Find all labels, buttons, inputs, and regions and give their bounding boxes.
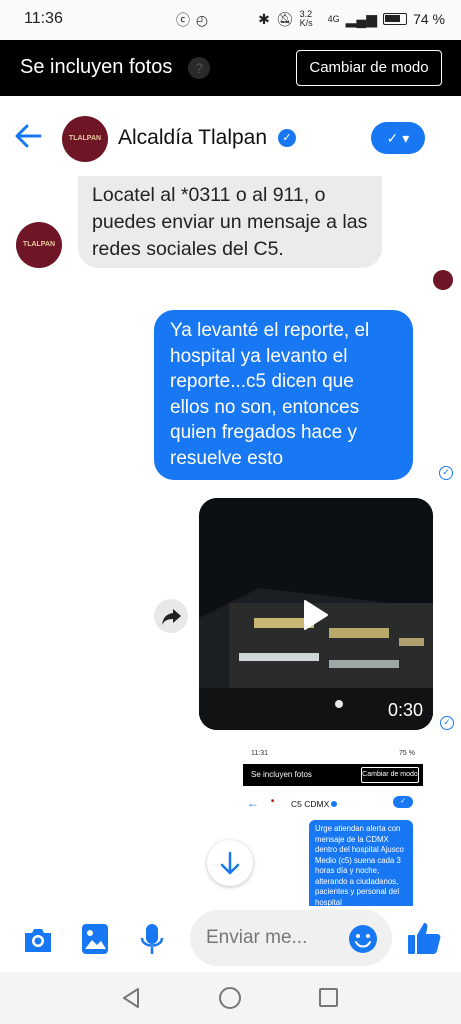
- signal-icon: ▂▄▆: [345, 10, 378, 27]
- thumb-mode-pill: ✓: [393, 796, 413, 808]
- video-duration: 0:30: [388, 700, 424, 720]
- chat-header: TLALPAN Alcaldía Tlalpan ✓ ✓ ▾: [0, 96, 461, 182]
- system-nav-bar: [0, 972, 461, 1024]
- back-arrow-icon[interactable]: [12, 118, 44, 154]
- nav-home-icon[interactable]: [218, 986, 242, 1010]
- status-app-icons: ⓒ ◴: [176, 12, 210, 28]
- battery-level: 74 %: [413, 11, 445, 27]
- microphone-icon[interactable]: [138, 922, 166, 956]
- message-input-placeholder: Enviar me...: [206, 927, 308, 948]
- mode-toggle-button[interactable]: ✓ ▾: [371, 122, 425, 154]
- thumb-time: 11:31: [251, 750, 268, 757]
- bluetooth-icon: ✱: [258, 10, 270, 27]
- thumb-verified-icon: [331, 801, 337, 807]
- thumb-status-bar: 11:31 75 %: [243, 746, 423, 764]
- emoji-icon[interactable]: [348, 924, 378, 954]
- message-composer: Enviar me...: [0, 906, 461, 972]
- play-icon[interactable]: [301, 599, 329, 631]
- nav-recent-apps-icon[interactable]: [318, 987, 339, 1008]
- banner-text: Se incluyen fotos: [20, 56, 173, 78]
- read-receipt-avatar: [433, 270, 453, 290]
- mute-icon: 🔕︎: [275, 10, 294, 27]
- thumb-back-icon: ←: [247, 796, 259, 810]
- arrow-down-icon: [220, 851, 240, 875]
- image-message[interactable]: 11:31 75 % Se incluyen fotos Cambiar de …: [243, 746, 423, 906]
- status-right-group: ✱ 🔕︎ 3.2 K/s 4G ▂▄▆ 74 %: [258, 10, 445, 28]
- change-mode-button[interactable]: Cambiar de modo: [296, 50, 442, 86]
- incoming-avatar[interactable]: TLALPAN: [16, 222, 62, 268]
- verified-badge-icon: ✓: [278, 129, 296, 147]
- battery-icon: [383, 13, 408, 25]
- thumb-banner-text: Se incluyen fotos: [251, 770, 312, 779]
- camera-icon[interactable]: [22, 924, 54, 956]
- contact-avatar[interactable]: TLALPAN: [62, 116, 108, 162]
- gallery-icon[interactable]: [80, 922, 110, 956]
- network-type: 4G: [327, 14, 340, 24]
- thumbs-up-icon[interactable]: [406, 920, 442, 956]
- message-input[interactable]: Enviar me...: [190, 910, 392, 966]
- outgoing-message[interactable]: Ya levanté el reporte, el hospital ya le…: [154, 310, 413, 480]
- incoming-message[interactable]: Locatel al *0311 o al 911, o puedes envi…: [78, 176, 382, 268]
- delivered-check-icon-video: ✓: [440, 716, 454, 730]
- delivered-check-icon: ✓: [439, 466, 453, 480]
- photos-banner: Se incluyen fotos ? Cambiar de modo: [0, 40, 461, 96]
- share-arrow-icon: [162, 609, 181, 625]
- status-time: 11:36: [24, 10, 63, 27]
- contact-name[interactable]: Alcaldía Tlalpan: [118, 126, 267, 150]
- nav-back-icon[interactable]: [120, 986, 142, 1010]
- thumb-message-bubble: Urge atiendan alerta con mensaje de la C…: [309, 820, 413, 906]
- scroll-to-bottom-button[interactable]: [207, 840, 253, 886]
- thumb-avatar: ■: [271, 798, 275, 804]
- thumb-banner-button: Cambiar de modo: [361, 767, 419, 783]
- thumb-contact-name: C5 CDMX: [291, 799, 330, 809]
- status-bar: 11:36 ⓒ ◴ ✱ 🔕︎ 3.2 K/s 4G ▂▄▆ 74 %: [0, 0, 461, 40]
- thumb-banner: Se incluyen fotos Cambiar de modo: [243, 764, 423, 786]
- share-button[interactable]: [154, 599, 188, 633]
- thumb-battery: 75 %: [399, 750, 415, 757]
- network-speed: 3.2 K/s: [299, 9, 313, 28]
- help-icon[interactable]: ?: [188, 57, 210, 79]
